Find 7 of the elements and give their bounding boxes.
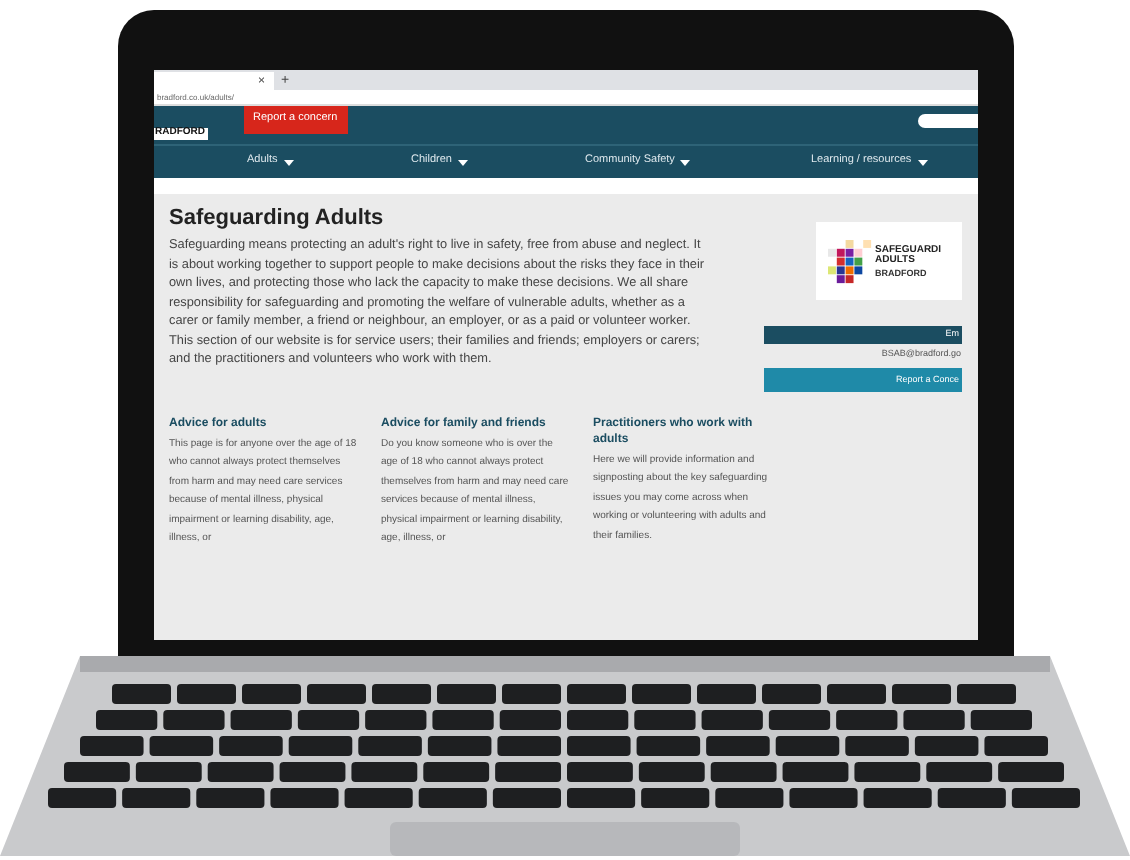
page-title: Safeguarding Adults (169, 206, 386, 232)
logo-mosaic-icon (827, 239, 871, 283)
caret-icon (917, 159, 928, 165)
caret-icon (283, 159, 294, 165)
search-field[interactable] (917, 114, 977, 128)
caret-icon (457, 159, 468, 165)
caret-icon (680, 159, 691, 165)
